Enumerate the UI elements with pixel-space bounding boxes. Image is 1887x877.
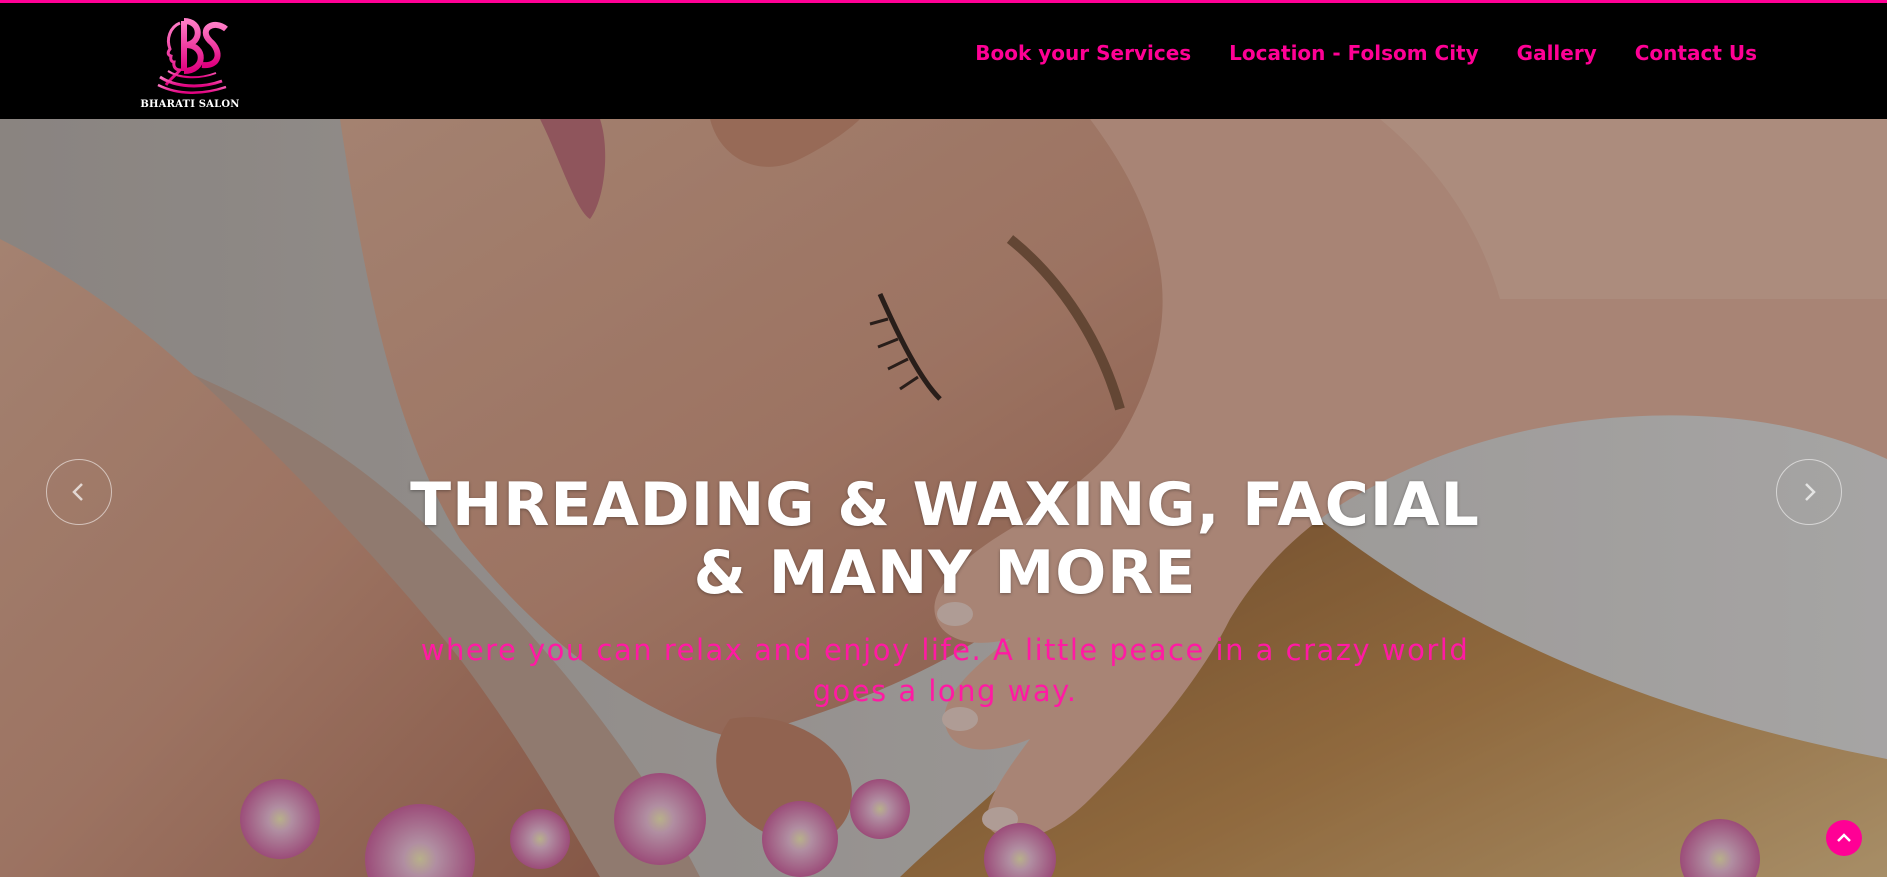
nav-gallery[interactable]: Gallery — [1517, 41, 1597, 65]
main-nav: Book your Services Location - Folsom Cit… — [975, 41, 1757, 65]
hero-slider: THREADING & WAXING, FACIAL & MANY MORE w… — [0, 119, 1887, 877]
logo-monogram-icon — [157, 18, 228, 95]
brand-name: BHARATI SALON — [140, 99, 240, 110]
nav-book-services[interactable]: Book your Services — [975, 41, 1191, 65]
chevron-right-icon — [1805, 483, 1816, 501]
hero-title: THREADING & WAXING, FACIAL & MANY MORE — [410, 470, 1480, 609]
hero-subtitle: where you can relax and enjoy life. A li… — [420, 633, 1470, 708]
scroll-to-top-button[interactable] — [1826, 820, 1862, 856]
nav-location[interactable]: Location - Folsom City — [1229, 41, 1478, 65]
carousel-next-button[interactable] — [1776, 459, 1842, 525]
navbar: BHARATI SALON Book your Services Locatio… — [0, 3, 1887, 119]
carousel-prev-button[interactable] — [46, 459, 112, 525]
chevron-up-icon — [1837, 833, 1851, 842]
chevron-left-icon — [72, 483, 83, 501]
nav-contact-us[interactable]: Contact Us — [1635, 41, 1757, 65]
brand-logo[interactable]: BHARATI SALON — [140, 15, 240, 115]
page: BHARATI SALON Book your Services Locatio… — [0, 0, 1887, 877]
